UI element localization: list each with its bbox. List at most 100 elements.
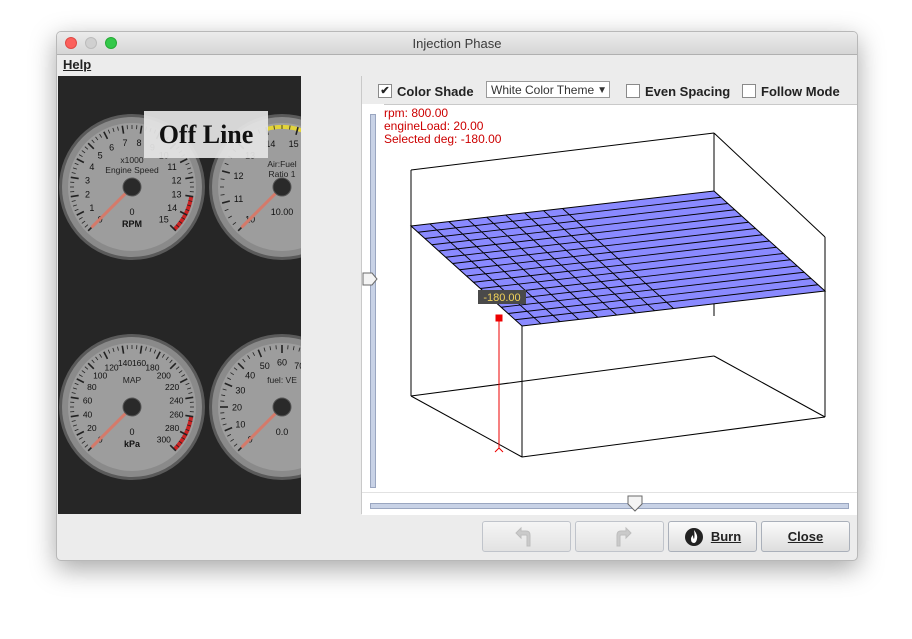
map-tick-label: 200 — [157, 371, 171, 381]
afr-tick — [220, 194, 225, 196]
rpm-tick-label: 4 — [89, 162, 94, 172]
horizontal-rotation-slider[interactable] — [362, 492, 857, 515]
rpm-tick-label: 6 — [109, 142, 114, 152]
plot-toolbar: ✔ Color Shade White Color Theme ▼ Even S… — [362, 76, 857, 105]
map-gauge-unit: kPa — [124, 439, 141, 449]
afr-tick-label: 15 — [289, 139, 299, 149]
map-tick-label: 20 — [87, 423, 97, 433]
redo-icon — [616, 526, 632, 546]
redo-button[interactable] — [575, 521, 664, 552]
ve-tick-label: 40 — [245, 371, 255, 381]
cursor-floor-marker — [494, 447, 504, 453]
ve-tick-label: 70 — [294, 361, 301, 371]
ve-gauge-value: 0.0 — [276, 427, 289, 437]
undo-icon — [514, 526, 530, 546]
info-selected-deg: Selected deg: -180.00 — [384, 132, 502, 146]
color-shade-checkmark: ✔ — [378, 84, 392, 98]
rpm-tick-label: 13 — [171, 190, 181, 200]
undo-button[interactable] — [482, 521, 571, 552]
map-tick-label: 280 — [165, 423, 179, 433]
map-tick-label: 120 — [104, 362, 118, 372]
cursor-value-label: -180.00 — [483, 292, 520, 304]
vertical-slider-track[interactable] — [370, 114, 376, 488]
menu-bar: Help — [57, 55, 857, 75]
rpm-tick-label: 2 — [85, 190, 90, 200]
map-gauge-value: 0 — [129, 427, 134, 437]
map-tick-label: 160 — [132, 358, 146, 368]
rpm-gauge-value: 0 — [129, 207, 134, 217]
map-gauge-title: MAP — [123, 375, 142, 385]
rpm-tick-label: 7 — [122, 138, 127, 148]
color-theme-select[interactable]: White Color Theme ▼ — [486, 81, 610, 98]
even-spacing-box — [626, 84, 640, 98]
color-shade-checkbox[interactable]: ✔ Color Shade — [378, 83, 474, 99]
rpm-tick-label: 8 — [137, 138, 142, 148]
rpm-tick-label: 3 — [85, 175, 90, 185]
follow-mode-box — [742, 84, 756, 98]
map-gauge-hub — [122, 397, 142, 417]
rpm-tick-label: 5 — [98, 151, 103, 161]
window-title: Injection Phase — [412, 36, 502, 51]
afr-gauge-title: Air:Fuel — [267, 159, 296, 169]
follow-mode-label: Follow Mode — [761, 83, 840, 99]
ve-gauge-title: fuel: VE — [267, 375, 297, 385]
injection-phase-window: Injection Phase Help 0123456789101112131… — [56, 31, 858, 561]
table-3d-panel: ✔ Color Shade White Color Theme ▼ Even S… — [361, 76, 857, 515]
ve-tick-label: 10 — [235, 420, 245, 430]
map-tick-label: 240 — [169, 395, 183, 405]
rpm-gauge-title: Engine Speed — [105, 165, 159, 175]
afr-tick — [220, 178, 225, 180]
even-spacing-checkbox[interactable]: Even Spacing — [626, 83, 730, 99]
map-tick-label: 300 — [157, 434, 171, 444]
vertical-rotation-slider[interactable] — [362, 104, 384, 492]
afr-tick — [289, 125, 291, 130]
horizontal-slider-thumb[interactable] — [627, 495, 643, 512]
info-engine-load: engineLoad: 20.00 — [384, 119, 484, 133]
title-bar: Injection Phase — [57, 32, 857, 55]
ve-gauge-hub — [272, 397, 292, 417]
map-tick-label: 260 — [169, 410, 183, 420]
map-tick-label: 220 — [165, 382, 179, 392]
burn-button[interactable]: Burn — [668, 521, 757, 552]
map-tick-label: 40 — [83, 410, 93, 420]
ve-gauge: 0102030405060708090100110120fuel: VE0.0 — [209, 334, 301, 480]
rpm-tick-label: 11 — [167, 162, 176, 172]
color-theme-value: White Color Theme — [491, 83, 595, 97]
cursor-marker — [495, 314, 503, 322]
ve-tick-label: 50 — [260, 361, 270, 371]
rpm-tick-label: 12 — [171, 175, 181, 185]
color-shade-label: Color Shade — [397, 83, 474, 99]
rpm-tick-label: 1 — [89, 203, 94, 213]
afr-tick-label: 11 — [234, 194, 243, 204]
rpm-tick-label: 14 — [167, 203, 177, 213]
rpm-gauge-hub — [122, 177, 142, 197]
follow-mode-checkbox[interactable]: Follow Mode — [742, 83, 840, 99]
menu-help[interactable]: Help — [63, 57, 91, 72]
rpm-gauge-title: x1000 — [120, 155, 143, 165]
table-3d-plot[interactable]: -180.00 — [384, 104, 857, 492]
afr-gauge-value: 10.00 — [271, 207, 294, 217]
plot-box-edge — [410, 355, 715, 397]
flame-icon — [684, 527, 703, 546]
gauge-cluster: 0123456789101112131415x1000Engine Speed0… — [58, 76, 301, 514]
map-tick-label: 80 — [87, 382, 97, 392]
afr-gauge-title: Ratio 1 — [269, 169, 296, 179]
vertical-slider-thumb[interactable] — [362, 272, 378, 286]
afr-gauge-hub — [272, 177, 292, 197]
plot-box-edge — [713, 355, 826, 418]
ve-tick-label: 30 — [235, 385, 245, 395]
even-spacing-label: Even Spacing — [645, 83, 731, 99]
info-rpm: rpm: 800.00 — [384, 106, 449, 120]
plot-box-edge — [521, 416, 826, 458]
ve-tick-label: 60 — [277, 358, 287, 368]
rpm-gauge-unit: RPM — [122, 219, 142, 229]
afr-tick-label: 12 — [234, 171, 244, 181]
horizontal-slider-track[interactable] — [370, 503, 849, 509]
map-tick-label: 140 — [118, 358, 132, 368]
close-button[interactable]: Close — [761, 521, 850, 552]
ve-tick-label: 20 — [232, 403, 242, 413]
offline-status-banner: Off Line — [144, 111, 268, 158]
map-tick-label: 60 — [83, 395, 93, 405]
burn-label: Burn — [710, 529, 742, 544]
chevron-down-icon: ▼ — [597, 85, 607, 96]
